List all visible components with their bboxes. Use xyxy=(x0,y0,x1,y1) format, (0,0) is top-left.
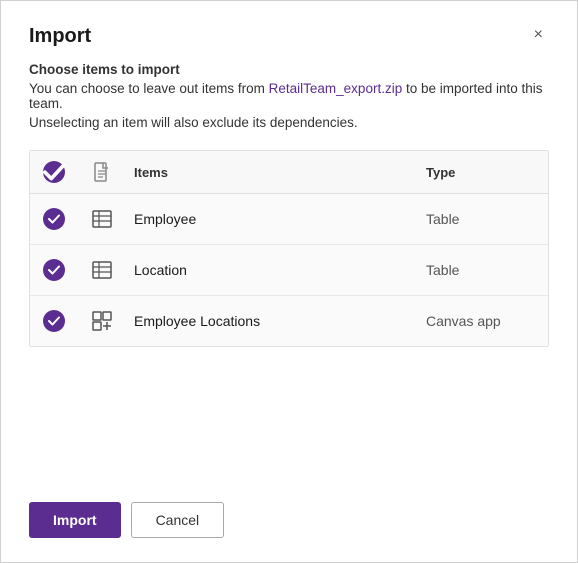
description-part1: You can choose to leave out items from xyxy=(29,81,269,96)
dialog-header: Import × xyxy=(29,25,549,48)
table-row: Employee Table xyxy=(30,194,548,245)
row1-name: Employee xyxy=(126,211,418,227)
file-link[interactable]: RetailTeam_export.zip xyxy=(269,81,403,96)
import-dialog: Import × Choose items to import You can … xyxy=(0,0,578,563)
description: You can choose to leave out items from R… xyxy=(29,81,549,111)
header-file-icon xyxy=(93,162,111,182)
row3-checkbox[interactable] xyxy=(30,310,78,332)
canvas-icon xyxy=(92,311,112,331)
row1-type: Table xyxy=(418,211,548,227)
row2-icon xyxy=(78,261,126,279)
row3-type: Canvas app xyxy=(418,313,548,329)
header-checkbox-cell xyxy=(30,161,78,183)
row3-name: Employee Locations xyxy=(126,313,418,329)
row3-icon xyxy=(78,311,126,331)
check-circle-2 xyxy=(43,259,65,281)
header-items: Items xyxy=(126,165,418,180)
check-circle-3 xyxy=(43,310,65,332)
dialog-footer: Import Cancel xyxy=(29,482,549,538)
table-row: Location Table xyxy=(30,245,548,296)
table-icon-2 xyxy=(92,261,112,279)
table-header: Items Type xyxy=(30,151,548,194)
row1-checkbox[interactable] xyxy=(30,208,78,230)
check-circle-1 xyxy=(43,208,65,230)
note: Unselecting an item will also exclude it… xyxy=(29,115,549,130)
subtitle-heading: Choose items to import xyxy=(29,62,549,77)
table-row: Employee Locations Canvas app xyxy=(30,296,548,346)
dialog-title: Import xyxy=(29,25,91,48)
subtitle-text: Choose items to import xyxy=(29,62,180,77)
header-type: Type xyxy=(418,165,548,180)
header-check-icon xyxy=(43,161,65,183)
items-table: Items Type Employee Tab xyxy=(29,150,549,347)
row2-checkbox[interactable] xyxy=(30,259,78,281)
import-button[interactable]: Import xyxy=(29,502,121,538)
header-icon-cell xyxy=(78,162,126,182)
cancel-button[interactable]: Cancel xyxy=(131,502,225,538)
row1-icon xyxy=(78,210,126,228)
close-button[interactable]: × xyxy=(528,25,549,45)
table-icon-1 xyxy=(92,210,112,228)
row2-name: Location xyxy=(126,262,418,278)
row2-type: Table xyxy=(418,262,548,278)
